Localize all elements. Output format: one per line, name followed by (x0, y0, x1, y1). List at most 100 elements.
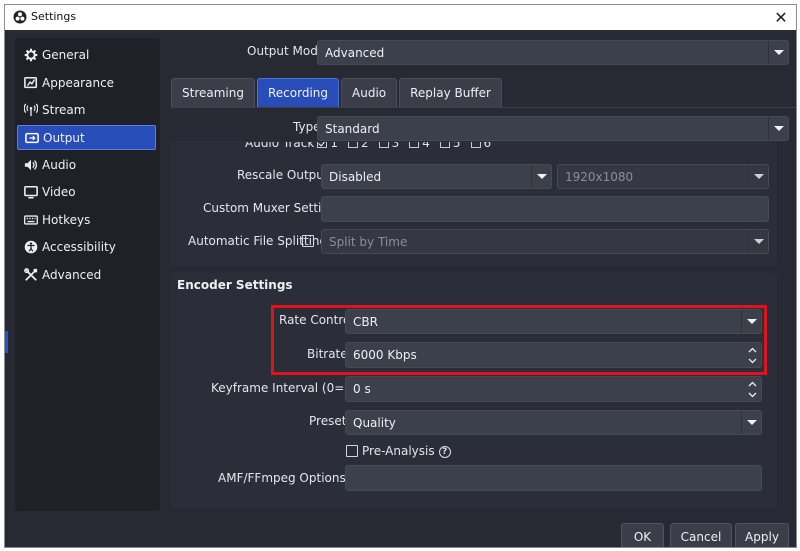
chevron-down-icon (741, 411, 761, 434)
tab-audio[interactable]: Audio (341, 78, 398, 107)
cancel-button[interactable]: Cancel (670, 523, 732, 547)
chevron-down-icon (768, 117, 788, 140)
file-splitting-select[interactable]: Split by Time (321, 229, 769, 254)
speaker-icon (23, 157, 38, 172)
output-icon (24, 130, 39, 145)
sidebar-item-stream[interactable]: Stream (17, 97, 156, 122)
sidebar-item-output[interactable]: Output (17, 125, 156, 150)
obs-logo-icon (13, 10, 27, 24)
sidebar-item-label: Output (43, 130, 85, 145)
sidebar-item-advanced[interactable]: Advanced (17, 262, 156, 287)
title-bar: Settings ✕ (5, 5, 796, 30)
audio-track-checkbox[interactable] (317, 142, 328, 148)
audio-track-checkbox[interactable] (347, 142, 358, 148)
audio-track-number: 2 (360, 142, 369, 150)
chevron-down-icon (748, 165, 768, 188)
settings-sidebar: General Appearance Stream Output Audio V… (15, 38, 160, 511)
bitrate-spinbox[interactable]: 6000 Kbps (345, 342, 762, 368)
bitrate-label: Bitrate (307, 347, 348, 361)
chevron-down-icon (748, 230, 768, 253)
sidebar-item-hotkeys[interactable]: Hotkeys (17, 207, 156, 232)
appearance-icon (23, 75, 38, 90)
tools-icon (23, 267, 38, 282)
ok-button[interactable]: OK (621, 523, 664, 547)
audio-track-checkbox[interactable] (409, 142, 420, 148)
file-splitting-checkbox[interactable] (302, 235, 314, 247)
audio-track-label: Audio Track (245, 142, 315, 150)
sidebar-item-accessibility[interactable]: Accessibility (17, 234, 156, 259)
custom-muxer-input[interactable] (321, 196, 769, 222)
amf-options-input[interactable] (345, 465, 762, 491)
window-title: Settings (31, 10, 77, 23)
amf-options-text: AMF/FFmpeg Options (218, 471, 346, 485)
chevron-down-icon[interactable] (743, 389, 761, 400)
sidebar-item-appearance[interactable]: Appearance (17, 70, 156, 95)
audio-track-checkbox[interactable] (378, 142, 389, 148)
keyframe-stepper (743, 377, 761, 401)
accessibility-icon (23, 239, 38, 254)
output-mode-label: Output Mode (247, 44, 326, 58)
help-icon[interactable]: ? (438, 445, 451, 458)
audio-track-checkbox[interactable] (439, 142, 450, 148)
chevron-down-icon (531, 165, 551, 188)
settings-window: Settings ✕ General Appearance Stream Out… (4, 4, 797, 548)
output-settings-main: Output Mode Advanced Streaming Recording… (165, 38, 796, 511)
pre-analysis-checkbox[interactable] (346, 445, 358, 457)
bitrate-value: 6000 Kbps (353, 348, 417, 362)
chevron-down-icon[interactable] (743, 355, 761, 366)
output-mode-select[interactable]: Advanced (317, 40, 789, 65)
sidebar-item-general[interactable]: General (17, 42, 156, 67)
tab-recording[interactable]: Recording (256, 78, 340, 107)
keyframe-interval-spinbox[interactable]: 0 s (345, 376, 762, 402)
pre-analysis-text: Pre-Analysis (362, 444, 435, 458)
recording-type-select[interactable]: Standard (317, 116, 789, 141)
preset-select[interactable]: Quality (345, 410, 762, 435)
gear-icon (23, 47, 38, 62)
bitrate-stepper (743, 343, 761, 367)
amf-options-label: AMF/FFmpeg Options? (218, 471, 362, 485)
sidebar-item-label: Hotkeys (42, 212, 91, 227)
tab-replay-buffer[interactable]: Replay Buffer (399, 78, 502, 107)
preset-value: Quality (353, 415, 396, 430)
sidebar-item-label: Video (42, 184, 76, 199)
sidebar-item-label: Appearance (42, 75, 115, 90)
audio-track-number: 3 (391, 142, 400, 150)
sidebar-item-label: Audio (42, 157, 77, 172)
recording-type-value: Standard (325, 121, 380, 136)
audio-track-number: 6 (483, 142, 492, 150)
sidebar-item-audio[interactable]: Audio (17, 152, 156, 177)
rescale-resolution-select[interactable]: 1920x1080 (557, 164, 769, 189)
chevron-up-icon[interactable] (743, 378, 761, 389)
rescale-resolution-value: 1920x1080 (565, 169, 634, 184)
tab-streaming[interactable]: Streaming (171, 78, 255, 107)
sidebar-item-video[interactable]: Video (17, 179, 156, 204)
preset-label: Preset (309, 414, 347, 428)
tab-divider (171, 107, 796, 108)
rate-control-select[interactable]: CBR (345, 309, 762, 334)
window-edge-accent (5, 331, 8, 353)
pre-analysis-label: Pre-Analysis? (362, 444, 451, 458)
audio-track-number: 4 (422, 142, 430, 150)
sidebar-item-label: Stream (42, 102, 86, 117)
rescale-output-value: Disabled (329, 169, 382, 184)
output-mode-value: Advanced (325, 45, 385, 60)
audio-track-number: 1 (330, 142, 338, 150)
output-tabs: Streaming Recording Audio Replay Buffer (171, 78, 504, 107)
rescale-output-select[interactable]: Disabled (321, 164, 552, 189)
chevron-up-icon[interactable] (743, 344, 761, 355)
monitor-icon (23, 184, 38, 199)
audio-track-number: 5 (452, 142, 461, 150)
apply-button[interactable]: Apply (735, 523, 789, 547)
chevron-down-icon (768, 41, 788, 64)
encoder-settings-title: Encoder Settings (177, 278, 293, 292)
sidebar-item-label: Advanced (42, 267, 102, 282)
keyframe-interval-value: 0 s (353, 382, 371, 396)
audio-track-row: Audio Track 1 2 3 4 5 6 (245, 142, 505, 154)
close-icon[interactable]: ✕ (770, 5, 792, 29)
file-splitting-value: Split by Time (329, 234, 408, 249)
rate-control-label: Rate Control (279, 313, 354, 327)
chevron-down-icon (741, 310, 761, 333)
sidebar-item-label: Accessibility (42, 239, 116, 254)
audio-track-checkbox[interactable] (470, 142, 481, 148)
sidebar-item-label: General (42, 47, 90, 62)
